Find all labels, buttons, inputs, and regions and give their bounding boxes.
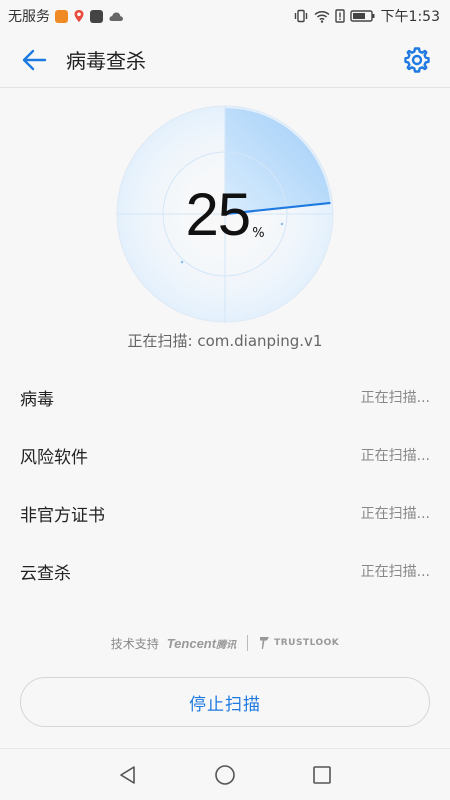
battery-icon [349,9,376,23]
back-triangle-icon [120,765,136,784]
scan-category-list: 病毒 正在扫描... 风险软件 正在扫描... 非官方证书 正在扫描... 云查… [0,368,450,600]
wifi-icon [314,10,330,23]
virus-scan-screen: 无服务 下午1:53 病毒查杀 25 % 正在扫描: com.dianping.… [0,0,450,800]
alert-icon [334,9,345,23]
nav-back-button[interactable] [108,755,148,795]
carrier-text: 无服务 [8,9,50,25]
back-button[interactable] [6,32,62,88]
item-label: 风险软件 [20,447,88,468]
item-status: 正在扫描... [360,564,430,580]
list-item: 非官方证书 正在扫描... [0,484,450,542]
list-item: 云查杀 正在扫描... [0,542,450,600]
nav-home-button[interactable] [205,755,245,795]
page-title: 病毒查杀 [66,49,146,73]
clock: 下午1:53 [380,9,440,25]
gear-icon [404,47,430,73]
progress-display: 25 % [115,104,335,324]
status-bar: 无服务 下午1:53 [0,0,450,32]
item-status: 正在扫描... [360,390,430,406]
tencent-logo: Tencent腾讯 [166,635,237,651]
item-label: 非官方证书 [20,505,105,526]
tech-support: 技术支持 Tencent腾讯 TRUSTLOOK [0,630,450,656]
app-icon [90,9,103,23]
video-app-icon [55,9,68,23]
support-prefix: 技术支持 [110,636,159,651]
nav-recent-button[interactable] [302,755,342,795]
maps-app-icon [73,9,85,23]
item-status: 正在扫描... [360,506,430,522]
system-nav-bar [0,748,450,800]
app-bar: 病毒查杀 [0,32,450,88]
list-item: 病毒 正在扫描... [0,368,450,426]
settings-button[interactable] [398,41,436,79]
stop-scan-button[interactable]: 停止扫描 [20,677,430,727]
item-status: 正在扫描... [360,448,430,464]
trustlook-logo: TRUSTLOOK [259,636,339,650]
list-item: 风险软件 正在扫描... [0,426,450,484]
item-label: 病毒 [20,389,54,410]
progress-unit: % [252,225,265,241]
divider [247,635,249,651]
arrow-left-icon [22,49,47,70]
progress-value: 25 [185,180,251,248]
cloud-icon [108,11,124,22]
vibrate-icon [293,9,309,23]
trustlook-mark-icon [260,637,270,649]
item-label: 云查杀 [20,563,71,584]
current-scan-target: 正在扫描: com.dianping.v1 [127,332,323,350]
recent-square-icon [312,765,331,784]
home-circle-icon [215,764,235,785]
